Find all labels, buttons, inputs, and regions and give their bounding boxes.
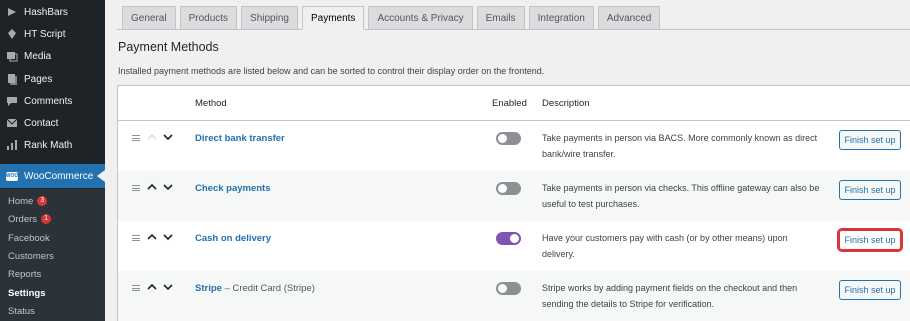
woocommerce-icon: WOO	[5, 171, 19, 181]
enabled-toggle[interactable]	[496, 132, 521, 145]
enabled-toggle[interactable]	[496, 232, 521, 245]
sidebar-item-label: HT Script	[24, 28, 66, 40]
column-header-enabled: Enabled	[492, 98, 527, 109]
submenu-label: Settings	[8, 287, 46, 299]
table-row: Check payments Take payments in person v…	[118, 171, 910, 221]
drag-handle-icon[interactable]	[132, 135, 140, 141]
drag-handle-icon[interactable]	[132, 235, 140, 241]
tab-products[interactable]: Products	[179, 6, 238, 29]
column-header-method: Method	[195, 98, 227, 109]
method-description: Have your customers pay with cash (or by…	[542, 233, 788, 259]
page-description: Installed payment methods are listed bel…	[118, 66, 545, 76]
method-subtitle: – Credit Card (Stripe)	[221, 283, 315, 294]
tab-advanced[interactable]: Advanced	[597, 6, 661, 29]
method-description: Stripe works by adding payment fields on…	[542, 283, 798, 309]
enabled-toggle[interactable]	[496, 282, 521, 295]
submenu-orders[interactable]: Orders 1	[8, 212, 52, 226]
submenu-label: Status	[8, 305, 35, 317]
sidebar-item-label: Contact	[24, 117, 59, 129]
mail-icon	[6, 117, 18, 129]
sidebar-item-pages[interactable]: Pages	[0, 68, 105, 90]
finish-set-up-button[interactable]: Finish set up	[839, 130, 901, 150]
submenu-label: Customers	[8, 250, 54, 262]
move-down-icon[interactable]	[162, 131, 174, 143]
current-menu-arrow	[97, 170, 105, 182]
tab-emails[interactable]: Emails	[476, 6, 525, 29]
move-down-icon[interactable]	[162, 281, 174, 293]
sidebar-item-label: Comments	[24, 95, 73, 107]
finish-set-up-button[interactable]: Finish set up	[839, 280, 901, 300]
move-up-icon[interactable]	[146, 131, 158, 143]
method-name: Direct bank transfer	[195, 133, 285, 144]
drag-handle-icon[interactable]	[132, 185, 140, 191]
finish-set-up-button[interactable]: Finish set up	[837, 228, 903, 252]
sidebar-item-woocommerce[interactable]: WOO WooCommerce	[0, 164, 105, 188]
pages-icon	[6, 73, 18, 85]
submenu-label: Home	[8, 195, 34, 207]
home-count-badge: 3	[37, 196, 48, 206]
submenu-facebook[interactable]: Facebook	[8, 231, 50, 245]
payment-methods-table: Method Enabled Description Direct bank t…	[117, 85, 910, 321]
sidebar-item-contact[interactable]: Contact	[0, 112, 105, 134]
method-name: Cash on delivery	[195, 233, 272, 244]
method-name: Check payments	[195, 183, 271, 194]
finish-set-up-button[interactable]: Finish set up	[839, 180, 901, 200]
move-down-icon[interactable]	[162, 231, 174, 243]
table-row: Direct bank transfer Take payments in pe…	[118, 121, 910, 171]
move-up-icon[interactable]	[146, 231, 158, 243]
sidebar-item-label: Rank Math	[24, 139, 73, 151]
tab-payments[interactable]: Payments	[301, 6, 365, 30]
submenu-label: Reports	[8, 268, 42, 280]
media-icon	[6, 50, 18, 62]
sidebar-item-label: WooCommerce	[24, 170, 94, 182]
comments-icon	[6, 95, 18, 107]
sidebar-item-rank-math[interactable]: Rank Math	[0, 134, 105, 156]
method-name-link[interactable]: Stripe – Credit Card (Stripe)	[195, 283, 315, 294]
tab-accounts-privacy[interactable]: Accounts & Privacy	[368, 6, 473, 29]
submenu-reports[interactable]: Reports	[8, 267, 41, 281]
method-description: Take payments in person via checks. This…	[542, 183, 820, 209]
toggle-knob	[510, 234, 519, 243]
sidebar-item-label: HashBars	[24, 6, 68, 18]
submenu-label: Orders	[8, 213, 38, 225]
admin-sidebar: HashBars HT Script Media Pages Comments …	[0, 0, 105, 321]
submenu-status[interactable]: Status	[8, 304, 35, 318]
sidebar-item-hashbars[interactable]: HashBars	[0, 1, 105, 23]
table-row: Stripe – Credit Card (Stripe) Stripe wor…	[118, 271, 910, 321]
toggle-knob	[498, 134, 507, 143]
woocommerce-submenu: Home 3 Orders 1 Facebook Customers Repor…	[0, 189, 105, 321]
sidebar-item-ht-script[interactable]: HT Script	[0, 23, 105, 45]
column-header-description: Description	[542, 98, 590, 109]
settings-tabs: General Products Shipping Payments Accou…	[122, 6, 664, 30]
submenu-label: Facebook	[8, 232, 50, 244]
tab-shipping[interactable]: Shipping	[241, 6, 298, 29]
tab-general[interactable]: General	[122, 6, 176, 29]
move-down-icon[interactable]	[162, 181, 174, 193]
toggle-knob	[498, 284, 507, 293]
submenu-home[interactable]: Home 3	[8, 194, 48, 208]
sidebar-item-media[interactable]: Media	[0, 45, 105, 67]
hashbars-icon	[6, 6, 18, 18]
orders-count-badge: 1	[41, 214, 52, 224]
script-icon	[6, 28, 18, 40]
method-name: Stripe	[195, 283, 222, 294]
sidebar-item-comments[interactable]: Comments	[0, 90, 105, 112]
page-title: Payment Methods	[118, 40, 219, 54]
toggle-knob	[498, 184, 507, 193]
table-row: Cash on delivery Have your customers pay…	[118, 221, 910, 271]
move-up-icon[interactable]	[146, 181, 158, 193]
submenu-customers[interactable]: Customers	[8, 249, 54, 263]
enabled-toggle[interactable]	[496, 182, 521, 195]
sidebar-item-label: Pages	[24, 73, 53, 85]
tab-integration[interactable]: Integration	[528, 6, 594, 29]
rank-math-icon	[6, 139, 18, 151]
sidebar-item-label: Media	[24, 50, 52, 62]
method-name-link[interactable]: Cash on delivery	[195, 233, 271, 244]
move-up-icon[interactable]	[146, 281, 158, 293]
method-name-link[interactable]: Direct bank transfer	[195, 133, 285, 144]
method-name-link[interactable]: Check payments	[195, 183, 271, 194]
drag-handle-icon[interactable]	[132, 285, 140, 291]
method-description: Take payments in person via BACS. More c…	[542, 133, 818, 159]
submenu-settings[interactable]: Settings	[8, 286, 45, 300]
